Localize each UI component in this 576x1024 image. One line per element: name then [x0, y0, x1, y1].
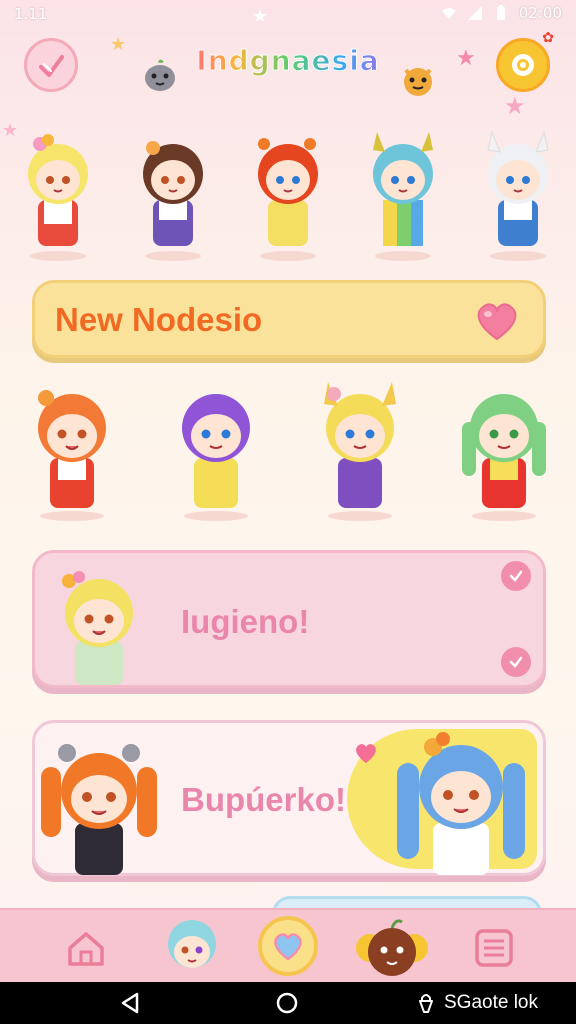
character-avatar[interactable] — [12, 372, 132, 522]
system-lock-area[interactable]: SGaote lok — [416, 992, 538, 1014]
nav-home-button[interactable] — [58, 920, 114, 976]
wifi-icon — [441, 5, 457, 21]
signal-icon — [467, 5, 483, 21]
rock-mascot — [140, 54, 180, 98]
character-avatar[interactable] — [156, 372, 276, 522]
heart-icon — [356, 744, 376, 763]
menu-icon — [475, 929, 513, 967]
system-home-button[interactable] — [275, 991, 299, 1019]
home-circle-icon — [276, 992, 298, 1014]
nav-menu-button[interactable] — [466, 920, 522, 976]
card-label: Bupúerko! — [181, 781, 346, 818]
character-card[interactable]: Iugieno! — [32, 550, 546, 688]
character-card[interactable]: Bupúerko! — [32, 720, 546, 876]
status-clock: 02:00 — [518, 4, 562, 22]
system-back-button[interactable] — [118, 991, 142, 1019]
character-avatar[interactable] — [10, 122, 106, 262]
check-circle-icon[interactable] — [501, 647, 531, 677]
status-time: 1.11 — [14, 5, 48, 23]
heart-icon[interactable] — [473, 299, 521, 343]
ring-icon — [512, 54, 534, 76]
character-avatar — [383, 723, 539, 875]
character-avatar[interactable] — [150, 910, 234, 984]
lock-icon — [419, 994, 433, 1013]
battery-icon — [493, 5, 509, 21]
character-avatar[interactable] — [125, 122, 221, 262]
back-button[interactable] — [24, 38, 78, 92]
character-row-top — [0, 122, 576, 262]
header: Indgnaesia ✿ — [0, 30, 576, 110]
character-avatar[interactable] — [444, 372, 564, 522]
heart-icon — [274, 933, 302, 961]
home-icon — [68, 932, 104, 966]
nav-favorites-button[interactable] — [258, 916, 318, 976]
character-avatar[interactable] — [240, 122, 336, 262]
character-row-middle — [0, 372, 576, 522]
banner-label: New Nodesio — [55, 301, 263, 338]
character-avatar[interactable] — [344, 912, 440, 984]
status-bar: 1.11 02:00 — [0, 0, 576, 28]
new-nodesio-banner[interactable]: New Nodesio — [32, 280, 546, 358]
star-icon: ★ — [252, 6, 269, 27]
character-avatar[interactable] — [470, 122, 566, 262]
character-avatar[interactable] — [355, 122, 451, 262]
system-nav-bar: SGaote lok — [0, 982, 576, 1024]
status-icons: 02:00 — [441, 4, 562, 22]
check-circle-icon[interactable] — [501, 561, 531, 591]
cookie-mascot — [398, 60, 438, 104]
settings-button[interactable] — [496, 38, 550, 92]
character-avatar — [29, 727, 169, 875]
bow-icon: ✿ — [542, 30, 554, 46]
system-nav-label: SGaote lok — [444, 992, 538, 1013]
card-label: Iugieno! — [181, 603, 310, 640]
back-triangle-icon — [121, 992, 139, 1014]
character-avatar[interactable] — [300, 372, 420, 522]
character-avatar — [39, 557, 159, 685]
check-stroke-icon — [39, 55, 64, 77]
app-title: Indgnaesia — [180, 44, 396, 78]
bottom-nav — [0, 908, 576, 984]
